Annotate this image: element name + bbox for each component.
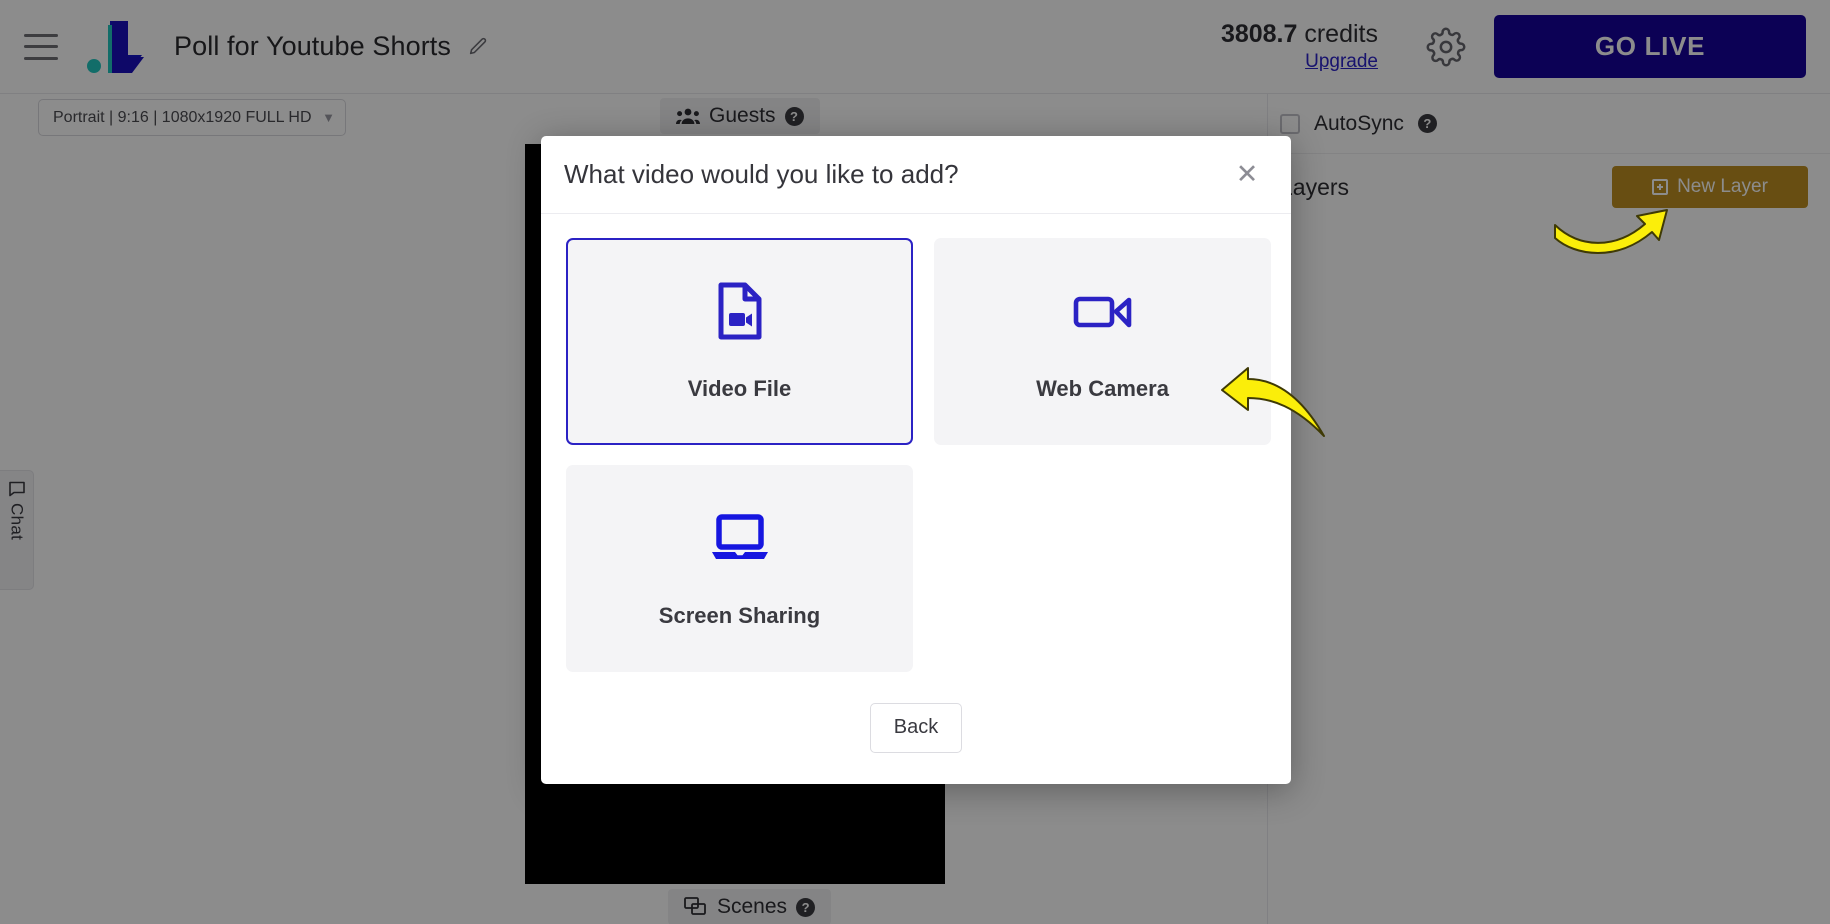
laptop-screen-icon (709, 507, 771, 569)
option-label: Web Camera (1036, 376, 1169, 402)
video-camera-icon (1073, 280, 1133, 342)
add-video-modal: What video would you like to add? ✕ Vide… (541, 136, 1291, 784)
option-label: Screen Sharing (658, 603, 821, 629)
video-file-icon (717, 280, 763, 342)
modal-body: Video File Web Camera Screen Sharing (541, 214, 1291, 672)
modal-title: What video would you like to add? (564, 158, 959, 189)
modal-header: What video would you like to add? ✕ (541, 136, 1291, 214)
option-video-file[interactable]: Video File (566, 237, 913, 445)
app-root: Poll for Youtube Shorts 3808.7 credits U… (0, 0, 1830, 924)
close-icon[interactable]: ✕ (1231, 158, 1263, 190)
option-web-camera[interactable]: Web Camera (934, 237, 1271, 445)
option-label: Video File (687, 376, 792, 402)
back-button[interactable]: Back (870, 702, 962, 753)
modal-footer: Back (541, 672, 1291, 784)
option-screen-sharing[interactable]: Screen Sharing (566, 464, 913, 672)
video-source-options: Video File Web Camera Screen Sharing (566, 237, 1271, 672)
